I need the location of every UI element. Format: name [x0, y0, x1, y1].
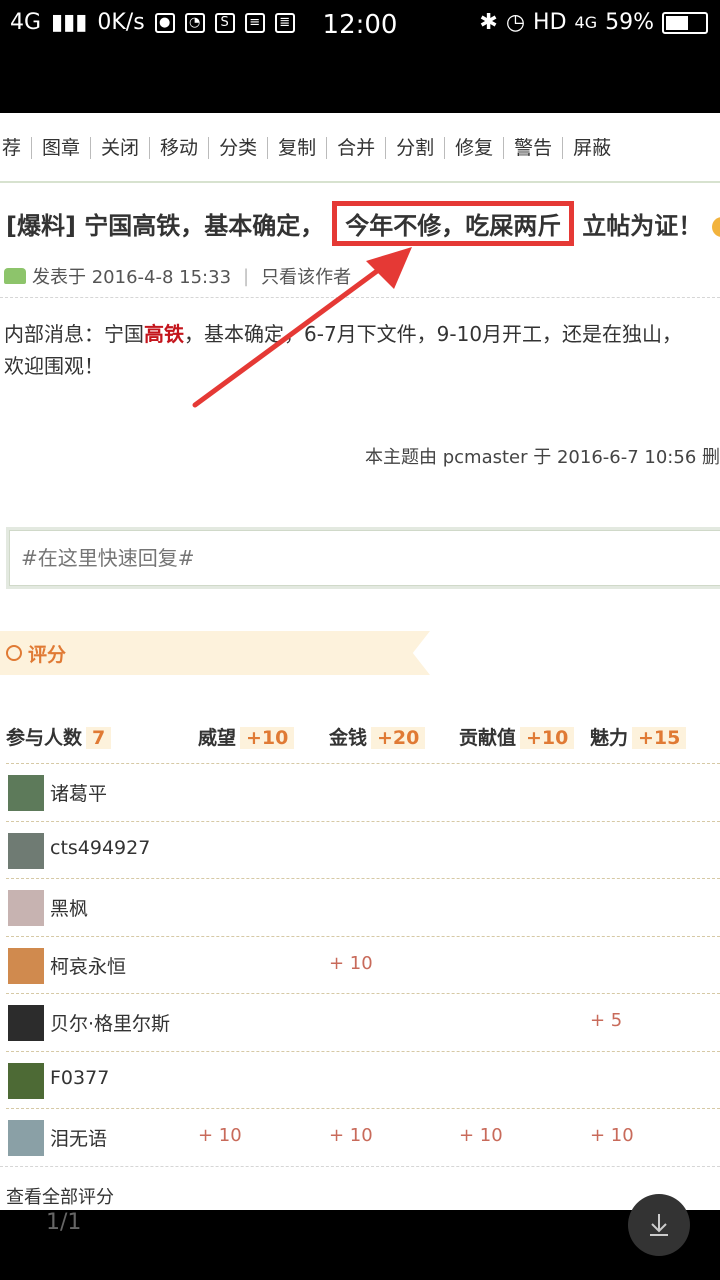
toolbar-item[interactable]: 荐 — [0, 137, 33, 159]
bluetooth-icon: ✱ — [479, 10, 498, 35]
avatar[interactable] — [8, 947, 44, 984]
post-content: 内部消息：宁国高铁，基本确定，6-7月下文件，9-10月开工，还是在独山， 欢迎… — [4, 318, 720, 382]
content-highlight: 高铁 — [144, 322, 184, 346]
col-label: 魅力 — [590, 727, 629, 749]
col-total: +20 — [371, 727, 426, 749]
viewer-bottom-bar: 1/1 — [0, 1194, 720, 1280]
avatar[interactable] — [8, 1120, 44, 1156]
participants: 参与人数 7 — [6, 723, 112, 750]
circle-icon — [6, 645, 22, 661]
col-meili: 魅力 +15 — [590, 723, 687, 750]
content-text: 内部消息：宁国 — [4, 322, 144, 346]
rating-row: 贝尔·格里尔斯 + 5 — [6, 993, 720, 1051]
quick-reply-input[interactable] — [9, 530, 720, 586]
col-total: +10 — [520, 727, 575, 749]
toolbar-item[interactable]: 警告 — [504, 137, 564, 159]
user-online-icon — [4, 268, 26, 284]
col-label: 金钱 — [329, 727, 368, 749]
battery-icon — [662, 11, 708, 34]
rating-row: 诸葛平 — [6, 763, 720, 821]
rating-row: 泪无语 + 10 + 10 + 10 + 10 — [6, 1108, 720, 1166]
rating-value: + 10 — [459, 1125, 503, 1146]
col-total: +10 — [240, 727, 295, 749]
rating-header: 参与人数 7 威望 +10 金钱 +20 贡献值 +10 魅力 +15 — [6, 723, 720, 755]
rating-value: + 10 — [198, 1125, 242, 1146]
forum-page: 荐图章 关闭 移动 分类 复制 合并 分割 修复 警告 屏蔽 [爆料] 宁国高铁，基本确定， 今年不… — [0, 113, 720, 1210]
rating-row: F0377 — [6, 1050, 720, 1109]
col-total: +15 — [632, 727, 687, 749]
status-bar: 4G ▮▮▮ 0K/s ● ◔ S ≡ ≣ 12:00 ✱ ◷ HD 4G 59… — [0, 0, 720, 52]
toolbar-item[interactable]: 合并 — [327, 137, 387, 159]
posted-at: 发表于 2016-4-8 15:33 — [32, 267, 232, 288]
toolbar-item[interactable]: 分割 — [386, 137, 446, 159]
rating-value: + 10 — [590, 1125, 634, 1146]
avatar[interactable] — [8, 775, 44, 811]
content-text-2: ，基本确定，6-7月下文件，9-10月开工，还是在独山， — [184, 322, 683, 346]
net-type-label: 4G — [574, 13, 598, 32]
rating-tab[interactable]: 评分 — [0, 631, 430, 675]
rating-username[interactable]: F0377 — [50, 1067, 109, 1089]
col-label: 贡献值 — [459, 727, 517, 749]
rating-table: 诸葛平 cts494927 黑枫柯哀永恒 + 10 贝尔·格里尔斯 + 5 F0377 泪无语… — [6, 763, 720, 1166]
post-title: [爆料] 宁国高铁，基本确定， 今年不修，吃屎两斤 立帖为证！ — [6, 201, 720, 246]
toolbar-item[interactable]: 移动 — [150, 137, 210, 159]
avatar[interactable] — [8, 1005, 44, 1041]
divider — [0, 1166, 720, 1167]
hd-label: HD — [533, 10, 567, 35]
rating-row: 黑枫 — [6, 878, 720, 936]
title-prefix: [爆料] 宁国高铁，基本确定， — [6, 212, 325, 240]
battery-label: 59% — [605, 10, 654, 35]
post-meta: 发表于 2016-4-8 15:33 | 只看该作者 — [4, 263, 351, 289]
rating-tab-label: 评分 — [28, 643, 67, 666]
rating-row: 柯哀永恒 + 10 — [6, 935, 720, 994]
toolbar-item[interactable]: 修复 — [445, 137, 505, 159]
toolbar-item[interactable]: 图章 — [32, 137, 92, 159]
title-suffix: 立帖为证！ — [582, 212, 703, 240]
download-button[interactable] — [628, 1194, 690, 1256]
rating-value: + 10 — [329, 1125, 373, 1146]
page-indicator: 1/1 — [46, 1210, 82, 1235]
title-highlight: 今年不修，吃屎两斤 — [332, 201, 575, 246]
participants-count: 7 — [86, 727, 112, 749]
author-only-link[interactable]: 只看该作者 — [261, 263, 351, 289]
quick-reply-box[interactable] — [6, 527, 720, 589]
toolbar-item[interactable]: 复制 — [268, 137, 328, 159]
coin-icon — [712, 217, 720, 237]
moderation-toolbar: 荐图章 关闭 移动 分类 复制 合并 分割 修复 警告 屏蔽 — [0, 113, 720, 183]
rating-username[interactable]: 贝尔·格里尔斯 — [50, 1009, 170, 1036]
rating-username[interactable]: 诸葛平 — [50, 779, 107, 806]
participants-label: 参与人数 — [6, 727, 83, 749]
avatar[interactable] — [8, 890, 44, 926]
view-all-ratings-link[interactable]: 查看全部评分 — [6, 1183, 114, 1209]
rating-value: + 5 — [590, 1010, 623, 1031]
rating-username[interactable]: 泪无语 — [50, 1124, 107, 1151]
rating-username[interactable]: 黑枫 — [50, 894, 88, 921]
toolbar-item[interactable]: 屏蔽 — [563, 137, 621, 159]
toolbar-item[interactable]: 分类 — [209, 137, 269, 159]
toolbar-item[interactable]: 关闭 — [91, 137, 151, 159]
alarm-icon: ◷ — [505, 10, 526, 35]
rating-username[interactable]: cts494927 — [50, 837, 150, 859]
avatar[interactable] — [8, 1062, 44, 1099]
col-gongxian: 贡献值 +10 — [459, 723, 575, 750]
col-label: 威望 — [198, 727, 237, 749]
rating-value: + 10 — [329, 952, 373, 974]
rating-row: cts494927 — [6, 820, 720, 879]
download-icon — [650, 1214, 668, 1236]
rating-username[interactable]: 柯哀永恒 — [50, 952, 126, 979]
meta-separator: | — [243, 265, 250, 287]
col-weiwang: 威望 +10 — [198, 723, 295, 750]
col-jinqian: 金钱 +20 — [329, 723, 426, 750]
avatar[interactable] — [8, 832, 44, 869]
content-line-2: 欢迎围观！ — [4, 354, 104, 378]
divider — [0, 297, 720, 298]
edited-note: 本主题由 pcmaster 于 2016-6-7 10:56 删 — [365, 447, 720, 468]
